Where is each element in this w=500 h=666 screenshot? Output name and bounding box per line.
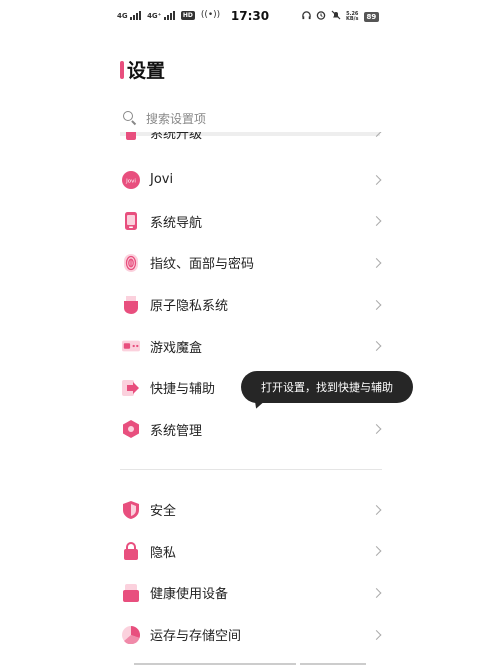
fingerprint-icon xyxy=(122,253,140,272)
item-label: Jovi xyxy=(150,172,174,188)
item-label: 隐私 xyxy=(150,545,177,561)
item-label: 运存与存储空间 xyxy=(150,629,242,645)
item-label: 系统升级 xyxy=(150,132,203,142)
chevron-right-icon xyxy=(371,174,382,185)
item-label: 系统导航 xyxy=(150,215,203,231)
item-label: 指纹、面部与密码 xyxy=(150,257,255,273)
battery-icon: 89 xyxy=(363,11,380,22)
clock: 17:30 xyxy=(230,9,270,23)
item-label: 游戏魔盒 xyxy=(150,340,203,356)
chevron-right-icon xyxy=(371,504,382,515)
item-label: 系统管理 xyxy=(150,423,203,439)
guide-tooltip: 打开设置，找到快捷与辅助 xyxy=(241,371,413,403)
headphones-icon xyxy=(302,10,311,23)
settings-item-system-navigation[interactable]: 系统导航 xyxy=(120,201,382,243)
game-box-icon xyxy=(122,337,140,355)
settings-item-atomic-privacy[interactable]: 原子隐私系统 xyxy=(120,284,382,326)
healthy-device-usage-icon xyxy=(122,583,140,602)
status-bar: 4G 4G⁺ HD ((•)) 17:30 5.26 KB/s 89 xyxy=(0,0,500,34)
group-divider xyxy=(120,469,382,470)
system-navigation-icon xyxy=(122,212,140,231)
chevron-right-icon xyxy=(371,299,382,310)
status-right: 5.26 KB/s 89 xyxy=(302,10,380,23)
chevron-right-icon xyxy=(371,546,382,557)
chevron-right-icon xyxy=(371,258,382,268)
network-speed: 5.26 KB/s xyxy=(346,11,359,22)
settings-group-2: 安全 隐私 健康使用设备 运存与存储空间 xyxy=(120,489,382,655)
list-item-partial[interactable]: 系统升级 xyxy=(120,132,382,144)
chevron-right-icon xyxy=(371,216,382,227)
bottom-edge-line xyxy=(134,663,296,665)
settings-item-privacy[interactable]: 隐私 xyxy=(120,531,382,573)
speed-unit: KB/s xyxy=(346,15,359,22)
bottom-edge-line xyxy=(300,663,366,665)
settings-item-fingerprint[interactable]: 指纹、面部与密码 xyxy=(120,242,382,284)
settings-item-ram-storage[interactable]: 运存与存储空间 xyxy=(120,614,382,656)
shortcuts-accessibility-icon xyxy=(122,379,140,397)
settings-item-system-management[interactable]: 系统管理 xyxy=(120,409,382,451)
search-icon xyxy=(123,111,137,125)
settings-item-security[interactable]: 安全 xyxy=(120,489,382,531)
settings-item-jovi[interactable]: Jovi Jovi xyxy=(120,159,382,201)
item-label: 安全 xyxy=(150,504,177,520)
ram-storage-icon xyxy=(122,625,140,644)
jovi-icon: Jovi xyxy=(122,170,140,189)
alarm-icon xyxy=(316,10,326,23)
chevron-right-icon xyxy=(371,424,382,435)
search-input[interactable]: 搜索设置项 xyxy=(146,110,206,127)
item-label: 快捷与辅助 xyxy=(150,382,216,398)
mute-bell-icon xyxy=(331,10,341,23)
item-label: 健康使用设备 xyxy=(150,587,229,603)
settings-item-healthy-usage[interactable]: 健康使用设备 xyxy=(120,572,382,614)
system-update-icon xyxy=(122,132,140,141)
atomic-privacy-icon xyxy=(122,295,140,314)
title-accent-bar xyxy=(120,60,124,79)
system-management-icon xyxy=(122,420,140,439)
chevron-right-icon xyxy=(371,588,382,598)
page-header: 设置 xyxy=(120,56,165,83)
chevron-right-icon xyxy=(371,132,382,137)
chevron-right-icon xyxy=(371,629,382,640)
item-label: 原子隐私系统 xyxy=(150,299,229,315)
jovi-icon-text: Jovi xyxy=(125,178,136,184)
page-title: 设置 xyxy=(127,60,166,82)
chevron-right-icon xyxy=(371,341,382,352)
settings-item-game-box[interactable]: 游戏魔盒 xyxy=(120,325,382,367)
privacy-lock-icon xyxy=(122,542,140,561)
security-shield-icon xyxy=(122,500,140,519)
